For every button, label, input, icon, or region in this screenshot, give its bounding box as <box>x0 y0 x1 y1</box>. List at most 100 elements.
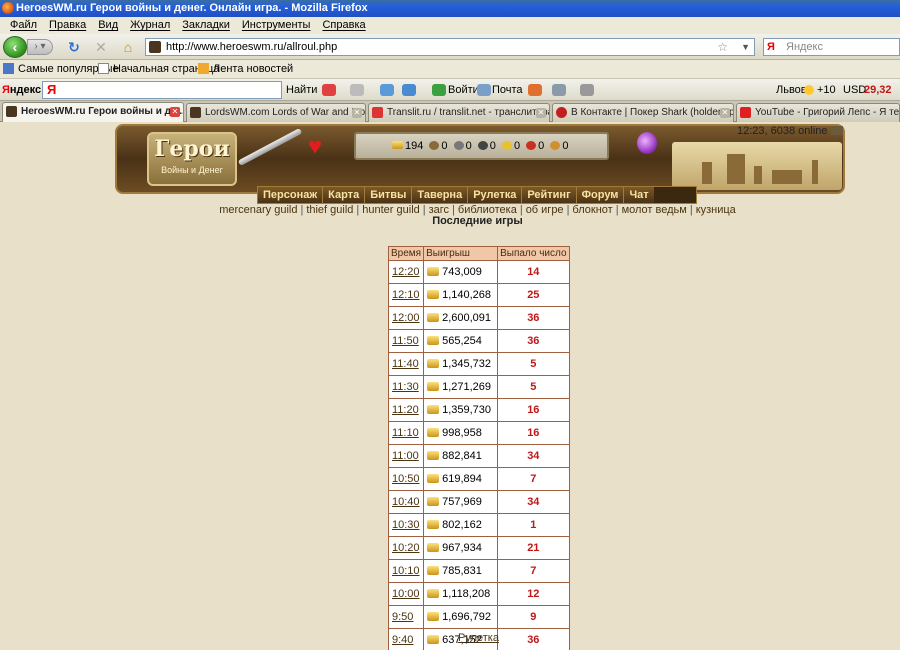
game-time-link[interactable]: 11:40 <box>392 358 419 370</box>
game-time-cell[interactable]: 9:50 <box>387 605 425 629</box>
game-time-cell[interactable]: 11:00 <box>387 444 425 468</box>
game-time-cell[interactable]: 10:10 <box>387 559 425 583</box>
tab-youtube[interactable]: YouTube - Григорий Лепс - Я тебя не... <box>736 103 900 122</box>
yandex-mail-button[interactable]: Почта <box>492 79 523 101</box>
game-time-link[interactable]: 11:10 <box>392 427 419 439</box>
url-dropdown-icon[interactable]: ▼ <box>741 39 750 55</box>
menu-battles[interactable]: Битвы <box>365 187 413 203</box>
currency-label[interactable]: USD <box>843 79 866 101</box>
game-time-cell[interactable]: 10:20 <box>387 536 425 560</box>
yandex-search-input[interactable]: Я <box>42 81 282 99</box>
gear-icon[interactable] <box>580 84 594 96</box>
url-bar[interactable]: http://www.heroeswm.ru/allroul.php ☆ ▼ <box>145 38 755 56</box>
check-icon[interactable] <box>380 84 394 96</box>
tab-heroeswm[interactable]: HeroesWM.ru Герои войны и де... ✕ <box>2 102 184 122</box>
game-time-cell[interactable]: 11:20 <box>387 398 425 422</box>
game-time-link[interactable]: 10:10 <box>392 565 420 577</box>
gold-icon <box>427 267 440 276</box>
game-time-link[interactable]: 10:20 <box>392 542 420 554</box>
rss-icon <box>198 63 209 74</box>
game-time-link[interactable]: 10:40 <box>392 496 420 508</box>
game-number-cell: 7 <box>497 467 570 491</box>
tab-lordswm[interactable]: LordsWM.com Lords of War and Mone... ✕ <box>186 103 366 122</box>
bookmark-news-feed[interactable]: Лента новостей <box>198 60 293 79</box>
tab-strip: HeroesWM.ru Герои войны и де... ✕ LordsW… <box>0 101 900 122</box>
menu-tools[interactable]: Инструменты <box>236 17 317 34</box>
game-time-cell[interactable]: 12:10 <box>387 283 425 307</box>
bookmark-star-icon[interactable]: ☆ <box>717 39 728 55</box>
game-time-link[interactable]: 10:30 <box>392 519 420 531</box>
game-number-cell: 36 <box>497 306 570 330</box>
tab-vkontakte[interactable]: В Контакте | Покер Shark (holdem pok... … <box>552 103 734 122</box>
settings-icon[interactable] <box>552 84 566 96</box>
back-button[interactable]: ‹ <box>3 36 27 58</box>
game-win-amount: 619,894 <box>442 473 482 485</box>
gold-amount: 194 <box>405 140 424 152</box>
game-time-link[interactable]: 10:00 <box>392 588 420 600</box>
roulette-link[interactable]: Рулетка <box>458 632 499 644</box>
game-time-cell[interactable]: 11:10 <box>387 421 425 445</box>
translate-icon[interactable] <box>402 84 416 96</box>
game-time-link[interactable]: 9:50 <box>392 611 413 623</box>
yandex-login-button[interactable]: Войти <box>448 79 479 101</box>
hat-icon[interactable] <box>830 126 843 135</box>
table-row: 11:10 998,958 16 <box>387 421 570 445</box>
menu-help[interactable]: Справка <box>316 17 371 34</box>
menu-edit[interactable]: Правка <box>43 17 92 34</box>
game-time-link[interactable]: 11:30 <box>392 381 419 393</box>
game-time-link[interactable]: 10:50 <box>392 473 420 485</box>
close-tab-icon[interactable]: ✕ <box>536 108 546 118</box>
menu-rating[interactable]: Рейтинг <box>522 187 577 203</box>
weather-city[interactable]: Львов <box>776 79 807 101</box>
menu-character[interactable]: Персонаж <box>258 187 324 203</box>
stop-icon[interactable]: ✕ <box>93 39 109 55</box>
search-input[interactable]: Я Яндекс <box>763 38 900 56</box>
menu-history[interactable]: Журнал <box>124 17 176 34</box>
table-row: 11:40 1,345,732 5 <box>387 352 570 376</box>
menu-map[interactable]: Карта <box>323 187 366 203</box>
game-number-cell: 34 <box>497 490 570 514</box>
game-time-cell[interactable]: 11:40 <box>387 352 425 376</box>
game-time-link[interactable]: 11:00 <box>392 450 419 462</box>
game-time-cell[interactable]: 11:50 <box>387 329 425 353</box>
yandex-find-button[interactable]: Найти <box>286 79 317 101</box>
close-tab-icon[interactable]: ✕ <box>170 107 180 117</box>
close-tab-icon[interactable]: ✕ <box>720 108 730 118</box>
table-row: 11:00 882,841 34 <box>387 444 570 468</box>
reload-icon[interactable]: ↻ <box>66 39 82 55</box>
menu-forum[interactable]: Форум <box>576 187 625 203</box>
menu-view[interactable]: Вид <box>92 17 124 34</box>
chat-icon[interactable] <box>350 84 364 96</box>
game-time-cell[interactable]: 11:30 <box>387 375 425 399</box>
game-time-link[interactable]: 11:20 <box>392 404 419 416</box>
menu-bookmarks[interactable]: Закладки <box>176 17 236 34</box>
table-row: 11:50 565,254 36 <box>387 329 570 353</box>
game-time-link[interactable]: 12:20 <box>392 266 420 278</box>
tab-translit[interactable]: Translit.ru / translit.net - транслитера… <box>368 103 550 122</box>
game-win-cell: 743,009 <box>423 260 499 284</box>
close-tab-icon[interactable]: ✕ <box>352 108 362 118</box>
pen-icon[interactable] <box>322 84 336 96</box>
game-time-cell[interactable]: 10:00 <box>387 582 425 606</box>
game-time-link[interactable]: 9:40 <box>392 634 413 646</box>
home-icon[interactable]: ⌂ <box>120 39 136 55</box>
game-time-link[interactable]: 12:00 <box>392 312 420 324</box>
game-main-menu: Персонаж Карта Битвы Таверна Рулетка Рей… <box>257 186 697 204</box>
ore-icon <box>453 141 464 150</box>
menu-roulette[interactable]: Рулетка <box>468 187 523 203</box>
game-time-cell[interactable]: 10:30 <box>387 513 425 537</box>
game-time-cell[interactable]: 12:00 <box>387 306 425 330</box>
menu-chat[interactable]: Чат <box>624 187 654 203</box>
menu-tavern[interactable]: Таверна <box>412 187 469 203</box>
game-time-link[interactable]: 11:50 <box>392 335 419 347</box>
game-time-cell[interactable]: 10:40 <box>387 490 425 514</box>
forward-button[interactable]: › ▾ <box>27 39 53 55</box>
game-time-link[interactable]: 12:10 <box>392 289 420 301</box>
game-time-cell[interactable]: 9:40 <box>387 628 425 650</box>
game-time-cell[interactable]: 10:50 <box>387 467 425 491</box>
money-icon[interactable] <box>528 84 542 96</box>
menu-file[interactable]: Файл <box>4 17 43 34</box>
game-time-cell[interactable]: 12:20 <box>387 260 425 284</box>
table-header-row: Время Выигрыш Выпало число <box>387 246 570 261</box>
game-logo[interactable]: Герои Войны и Денег <box>147 132 237 186</box>
